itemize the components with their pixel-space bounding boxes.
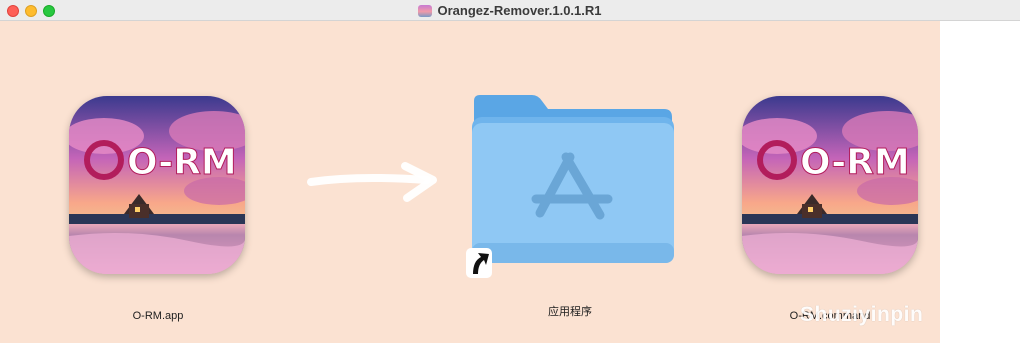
item-label-applications[interactable]: 应用程序 [530, 303, 610, 319]
arrow-right-icon [307, 162, 437, 202]
disk-image-icon [418, 4, 433, 17]
orm-command-icon: O-RM [742, 96, 918, 274]
window-bottom-edge [0, 343, 940, 358]
item-label-orm-app[interactable]: O-RM.app [118, 310, 198, 322]
app-icon-orm-app[interactable]: O-RM [69, 96, 245, 274]
applications-folder-icon [472, 95, 674, 263]
orm-app-icon: O-RM [69, 96, 245, 274]
window-title: Orangez-Remover.1.0.1.R1 [0, 0, 1020, 21]
alias-arrow-icon [466, 248, 492, 278]
applications-folder[interactable] [468, 93, 676, 265]
window-titlebar: Orangez-Remover.1.0.1.R1 [0, 0, 1020, 21]
window-title-text: Orangez-Remover.1.0.1.R1 [437, 3, 602, 18]
watermark: Shuziyinpin [800, 303, 924, 326]
window-edge [940, 21, 1020, 358]
svg-text:O-RM: O-RM [127, 142, 237, 183]
svg-text:O-RM: O-RM [800, 142, 910, 183]
app-icon-orm-command[interactable]: O-RM [742, 96, 918, 274]
